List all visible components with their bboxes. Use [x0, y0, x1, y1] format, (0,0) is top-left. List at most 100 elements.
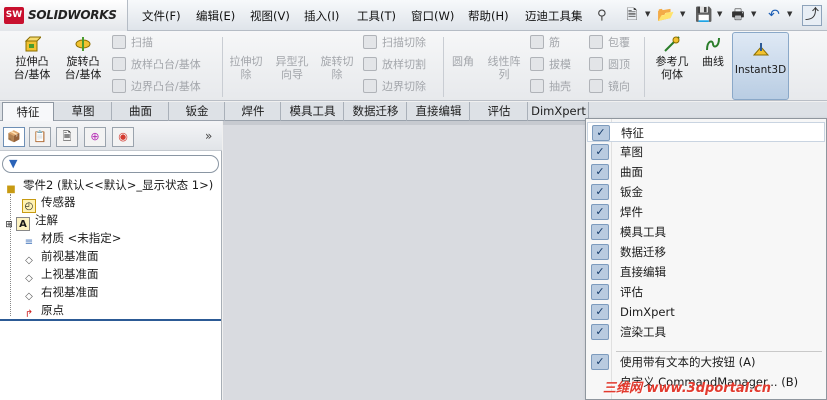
chevron-right-icon[interactable]: »: [205, 129, 212, 143]
configuration-manager-tab-icon[interactable]: 🗎: [56, 127, 78, 147]
property-manager-tab-icon[interactable]: 📋: [29, 127, 51, 147]
swept-cut-button[interactable]: 扫描切除: [363, 34, 426, 52]
check-icon: ✓: [592, 125, 610, 141]
reference-geometry-label: 参考几 何体: [655, 55, 689, 81]
curves-button[interactable]: 曲线: [698, 35, 728, 68]
ctx-item-large-buttons-text[interactable]: ✓ 使用带有文本的大按钮 (A): [587, 352, 825, 372]
revolve-cut-button[interactable]: 旋转切 除: [317, 35, 357, 81]
open-dropdown-icon[interactable]: ▼: [680, 10, 685, 18]
pin-icon[interactable]: ⚲: [597, 8, 607, 23]
shell-label: 抽壳: [549, 80, 571, 93]
dimxpert-manager-tab-icon[interactable]: ⊕: [84, 127, 106, 147]
fillet-icon: [454, 35, 472, 53]
tree-item-front-plane[interactable]: ◇ 前视基准面: [22, 247, 98, 266]
tab-sketch[interactable]: 草图: [55, 102, 112, 121]
save-dropdown-icon[interactable]: ▼: [717, 10, 722, 18]
undo-icon[interactable]: ↶: [764, 5, 784, 26]
ctx-item-sheet-metal[interactable]: ✓ 钣金: [587, 182, 825, 202]
ctx-item-direct-editing[interactable]: ✓ 直接编辑: [587, 262, 825, 282]
sweep-button[interactable]: 扫描: [112, 34, 153, 52]
tab-evaluate[interactable]: 评估: [471, 102, 528, 121]
tab-dimxpert[interactable]: DimXpert: [529, 102, 589, 121]
tree-item-sensors[interactable]: ◴ 传感器: [22, 193, 76, 213]
dome-button[interactable]: 圆顶: [589, 56, 630, 74]
lofted-cut-icon: [363, 57, 377, 71]
wrap-button[interactable]: 包覆: [589, 34, 630, 52]
tab-direct-editing[interactable]: 直接编辑: [408, 102, 470, 121]
ctx-item-label: 钣金: [620, 185, 643, 199]
wrap-label: 包覆: [608, 36, 630, 49]
ctx-item-render-tools[interactable]: ✓ 渲染工具: [587, 322, 825, 342]
ctx-item-features[interactable]: ✓ 特征: [587, 122, 825, 142]
feature-manager-tab-icon[interactable]: 📦: [3, 127, 25, 147]
menu-help[interactable]: 帮助(H): [468, 8, 509, 24]
draft-button[interactable]: 拔模: [530, 56, 571, 74]
save-icon[interactable]: 💾: [694, 5, 714, 26]
tree-part-root[interactable]: ■ 零件2 (默认<<默认>_显示状态 1>): [4, 176, 213, 195]
menu-file[interactable]: 文件(F): [142, 8, 181, 24]
check-icon: ✓: [591, 264, 609, 280]
ctx-item-label: 数据迁移: [620, 245, 666, 259]
ctx-item-weldments[interactable]: ✓ 焊件: [587, 202, 825, 222]
loft-button[interactable]: 放样凸台/基体: [112, 56, 201, 74]
select-arrow-icon[interactable]: ⤴: [802, 5, 822, 26]
ctx-item-surfaces[interactable]: ✓ 曲面: [587, 162, 825, 182]
command-manager-ribbon: 拉伸凸 台/基体 旋转凸 台/基体 扫描 放样凸台/基体 边界凸台/基体 拉伸切…: [0, 31, 827, 101]
boundary-boss-button[interactable]: 边界凸台/基体: [112, 78, 201, 96]
menu-edit[interactable]: 编辑(E): [196, 8, 235, 24]
feature-tree-filter[interactable]: ▼: [2, 155, 219, 173]
curves-icon: [706, 37, 720, 51]
hole-wizard-button[interactable]: 异型孔 向导: [271, 35, 313, 81]
tab-surfaces[interactable]: 曲面: [113, 102, 169, 121]
print-icon[interactable]: 🖶: [728, 5, 748, 26]
lofted-cut-button[interactable]: 放样切割: [363, 56, 426, 74]
ctx-item-mold-tools[interactable]: ✓ 模具工具: [587, 222, 825, 242]
rib-button[interactable]: 筋: [530, 34, 560, 52]
linear-pattern-button[interactable]: 线性阵 列: [484, 35, 524, 81]
reference-geometry-button[interactable]: 参考几 何体: [651, 35, 693, 81]
menu-tools[interactable]: 工具(T): [357, 8, 396, 24]
rollback-bar[interactable]: [0, 319, 221, 321]
print-dropdown-icon[interactable]: ▼: [751, 10, 756, 18]
ctx-item-evaluate[interactable]: ✓ 评估: [587, 282, 825, 302]
fillet-button[interactable]: 圆角: [449, 35, 477, 68]
revolve-boss-button[interactable]: 旋转凸 台/基体: [60, 35, 106, 81]
tree-item-right-plane[interactable]: ◇ 右视基准面: [22, 283, 99, 302]
undo-dropdown-icon[interactable]: ▼: [787, 10, 792, 18]
tree-item-label: 右视基准面: [41, 285, 99, 299]
linear-pattern-label: 线性阵 列: [487, 55, 521, 81]
ctx-item-sketch[interactable]: ✓ 草图: [587, 142, 825, 162]
mirror-button[interactable]: 镜向: [589, 78, 630, 96]
ctx-item-data-migration[interactable]: ✓ 数据迁移: [587, 242, 825, 262]
tab-features[interactable]: 特征: [2, 102, 54, 122]
display-manager-tab-icon[interactable]: ◉: [112, 127, 134, 147]
instant3d-button[interactable]: Instant3D: [732, 32, 789, 100]
fillet-label: 圆角: [452, 55, 474, 68]
tree-item-top-plane[interactable]: ◇ 上视基准面: [22, 265, 98, 284]
swept-cut-label: 扫描切除: [382, 36, 426, 49]
new-doc-icon[interactable]: 🗎: [622, 5, 642, 26]
extrude-boss-button[interactable]: 拉伸凸 台/基体: [10, 35, 54, 81]
expand-plus-icon[interactable]: ⊞: [4, 218, 14, 232]
tree-item-label: 原点: [41, 303, 64, 317]
tree-item-annotations[interactable]: ⊞ A 注解: [4, 211, 58, 232]
extrude-cut-button[interactable]: 拉伸切 除: [226, 35, 266, 81]
tab-weldments[interactable]: 焊件: [226, 102, 281, 121]
check-icon: ✓: [591, 184, 609, 200]
menu-view[interactable]: 视图(V): [250, 8, 290, 24]
tree-item-origin[interactable]: ↱ 原点: [22, 301, 64, 320]
shell-button[interactable]: 抽壳: [530, 78, 571, 96]
tab-data-migration[interactable]: 数据迁移: [345, 102, 407, 121]
tab-sheet-metal[interactable]: 钣金: [170, 102, 225, 121]
menu-insert[interactable]: 插入(I): [304, 8, 339, 24]
menu-maidi-tools[interactable]: 迈迪工具集: [525, 8, 583, 24]
boundary-cut-button[interactable]: 边界切除: [363, 78, 426, 96]
new-dropdown-icon[interactable]: ▼: [645, 10, 650, 18]
menu-window[interactable]: 窗口(W): [411, 8, 454, 24]
ctx-item-dimxpert[interactable]: ✓ DimXpert: [587, 302, 825, 322]
tab-mold-tools[interactable]: 模具工具: [282, 102, 344, 121]
tree-item-material[interactable]: ≡ 材质 <未指定>: [22, 229, 122, 248]
solidworks-logo[interactable]: SW SOLIDWORKS: [0, 0, 128, 31]
linear-pattern-icon: [495, 35, 513, 53]
open-icon[interactable]: 📂: [656, 5, 676, 26]
